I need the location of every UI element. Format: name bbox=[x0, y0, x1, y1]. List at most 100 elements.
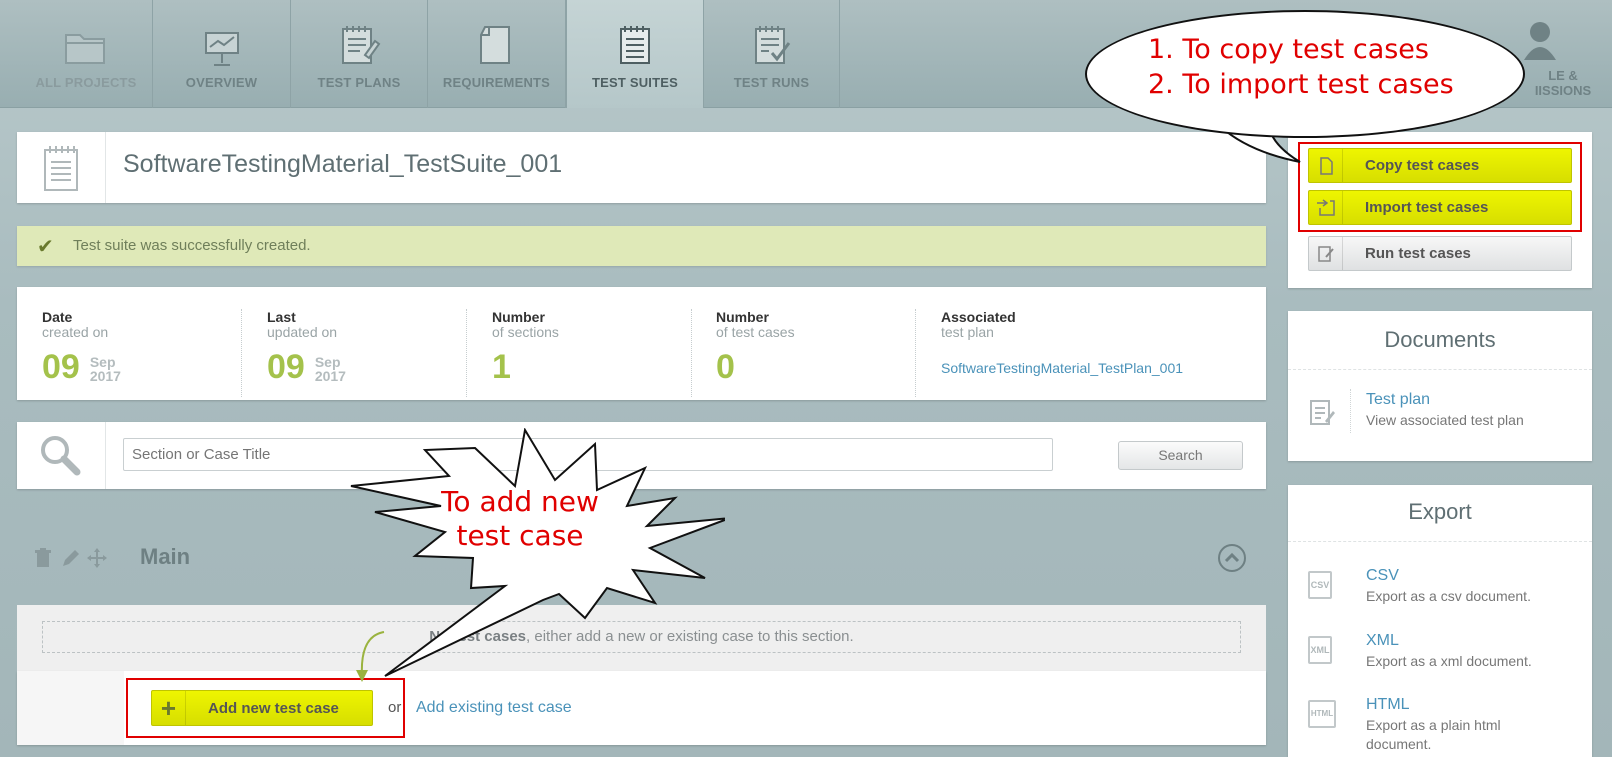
tab-overview[interactable]: OVERVIEW bbox=[153, 0, 291, 108]
stat-value: 1 bbox=[492, 348, 511, 386]
callout-text: 1. To copy test cases 2. To import test … bbox=[1148, 32, 1508, 102]
stat-number-sections: Number of sections 1 bbox=[492, 309, 559, 399]
stat-subtitle: created on bbox=[42, 324, 109, 340]
notepad-icon bbox=[620, 26, 650, 64]
alert-message: Test suite was successfully created. bbox=[73, 237, 311, 254]
tab-test-suites[interactable]: TEST SUITES bbox=[566, 0, 704, 108]
or-separator: or bbox=[388, 699, 402, 716]
export-xml-desc: Export as a xml document. bbox=[1366, 653, 1532, 669]
html-icon-text: HTML bbox=[1310, 709, 1334, 718]
section-title: Main bbox=[140, 544, 191, 569]
stat-subtitle: updated on bbox=[267, 324, 338, 340]
run-label: Run test cases bbox=[1365, 245, 1471, 262]
pencil-icon[interactable] bbox=[61, 548, 79, 568]
divider bbox=[241, 309, 242, 397]
divider bbox=[1350, 389, 1351, 433]
export-csv-desc: Export as a csv document. bbox=[1366, 588, 1531, 604]
export-html-link[interactable]: HTML bbox=[1366, 696, 1566, 714]
stat-year: 2017 bbox=[314, 368, 346, 384]
stat-value: 0 bbox=[716, 348, 735, 386]
export-title: Export bbox=[1408, 499, 1472, 524]
stat-title: Last bbox=[267, 309, 296, 325]
divider bbox=[1288, 541, 1592, 542]
stat-date-created: Date created on 09 Sep 2017 bbox=[42, 309, 121, 399]
xml-icon-text: XML bbox=[1310, 645, 1330, 655]
starburst-line: test case bbox=[456, 519, 584, 552]
divider bbox=[691, 309, 692, 397]
starburst-text: To add new test case bbox=[420, 485, 620, 553]
export-panel: Export CSV CSV Export as a csv document.… bbox=[1288, 485, 1592, 757]
csv-file-icon: CSV bbox=[1308, 571, 1332, 599]
tab-label: TEST SUITES bbox=[592, 75, 678, 90]
documents-title: Documents bbox=[1384, 327, 1496, 352]
arrow-icon bbox=[356, 631, 385, 682]
associated-test-plan-link[interactable]: SoftwareTestingMaterial_TestPlan_001 bbox=[941, 360, 1183, 376]
tab-label: OVERVIEW bbox=[185, 75, 258, 90]
stat-title: Number bbox=[492, 309, 545, 325]
stat-title: Number bbox=[716, 309, 769, 325]
folder-icon bbox=[65, 34, 105, 64]
xml-file-icon: XML bbox=[1308, 636, 1332, 664]
test-plan-desc: View associated test plan bbox=[1366, 412, 1524, 428]
test-plan-link[interactable]: Test plan bbox=[1366, 391, 1524, 409]
stat-last-updated: Last updated on 09 Sep 2017 bbox=[267, 309, 346, 399]
collapse-icon[interactable] bbox=[1217, 543, 1247, 573]
tab-all-projects[interactable]: ALL PROJECTS bbox=[20, 0, 153, 108]
tab-label: TEST PLANS bbox=[317, 75, 401, 90]
stat-subtitle: of test cases bbox=[716, 324, 795, 340]
notepad-pencil-icon bbox=[342, 26, 381, 64]
callout-line: 2. To import test cases bbox=[1148, 69, 1454, 100]
suite-stats: Date created on 09 Sep 2017 Last updated … bbox=[17, 287, 1266, 400]
notepad-check-icon bbox=[754, 26, 790, 64]
stat-associated-plan: Associated test plan SoftwareTestingMate… bbox=[941, 309, 1183, 399]
divider bbox=[1288, 369, 1592, 370]
checkmark-icon: ✔ bbox=[37, 236, 54, 258]
search-icon bbox=[41, 436, 81, 476]
stat-subtitle: test plan bbox=[941, 324, 994, 340]
stat-day: 09 bbox=[42, 348, 80, 386]
notepad-icon bbox=[44, 145, 78, 191]
documents-panel: Documents Test plan View associated test… bbox=[1288, 311, 1592, 461]
notepad-pencil-icon bbox=[1310, 400, 1335, 425]
tab-label: ALL PROJECTS bbox=[35, 75, 137, 90]
presentation-icon bbox=[204, 32, 239, 66]
actions-gutter bbox=[17, 671, 124, 745]
search-button[interactable]: Search bbox=[1118, 441, 1243, 470]
starburst-line: To add new bbox=[441, 485, 599, 518]
search-button-label: Search bbox=[1158, 447, 1203, 463]
divider bbox=[915, 309, 916, 397]
callout-line: 1. To copy test cases bbox=[1148, 34, 1429, 65]
divider bbox=[466, 309, 467, 397]
tab-label: IISSIONS bbox=[1534, 83, 1592, 98]
add-existing-test-case-link[interactable]: Add existing test case bbox=[416, 699, 572, 717]
export-html-desc: Export as a plain html document. bbox=[1366, 717, 1501, 752]
suite-header: SoftwareTestingMaterial_TestSuite_001 bbox=[17, 132, 1266, 203]
tab-label: TEST RUNS bbox=[733, 75, 810, 90]
tab-test-plans[interactable]: TEST PLANS bbox=[291, 0, 428, 108]
csv-icon-text: CSV bbox=[1310, 580, 1330, 590]
stat-subtitle: of sections bbox=[492, 324, 559, 340]
page-title: SoftwareTestingMaterial_TestSuite_001 bbox=[123, 150, 563, 178]
trash-icon[interactable] bbox=[34, 548, 52, 568]
tab-requirements[interactable]: REQUIREMENTS bbox=[428, 0, 566, 108]
suite-icon-box bbox=[17, 132, 106, 203]
stat-year: 2017 bbox=[89, 368, 121, 384]
tab-test-runs[interactable]: TEST RUNS bbox=[704, 0, 840, 108]
stat-day: 09 bbox=[267, 348, 305, 386]
move-icon[interactable] bbox=[87, 548, 107, 568]
html-file-icon: HTML bbox=[1308, 700, 1336, 728]
stat-title: Associated bbox=[941, 309, 1016, 325]
document-icon bbox=[479, 26, 510, 64]
export-xml-link[interactable]: XML bbox=[1366, 632, 1532, 650]
tab-label: LE & bbox=[1548, 68, 1578, 83]
stat-title: Date bbox=[42, 309, 73, 325]
user-icon bbox=[1524, 22, 1556, 60]
starburst-callout bbox=[350, 428, 725, 677]
callout-tail-cover bbox=[1214, 112, 1270, 122]
tab-label: REQUIREMENTS bbox=[442, 75, 551, 90]
export-csv-link[interactable]: CSV bbox=[1366, 567, 1531, 585]
run-icon bbox=[1309, 237, 1343, 270]
search-icon-box bbox=[17, 422, 106, 489]
run-test-cases-button[interactable]: Run test cases bbox=[1308, 236, 1572, 271]
success-alert: ✔ Test suite was successfully created. bbox=[17, 226, 1266, 266]
